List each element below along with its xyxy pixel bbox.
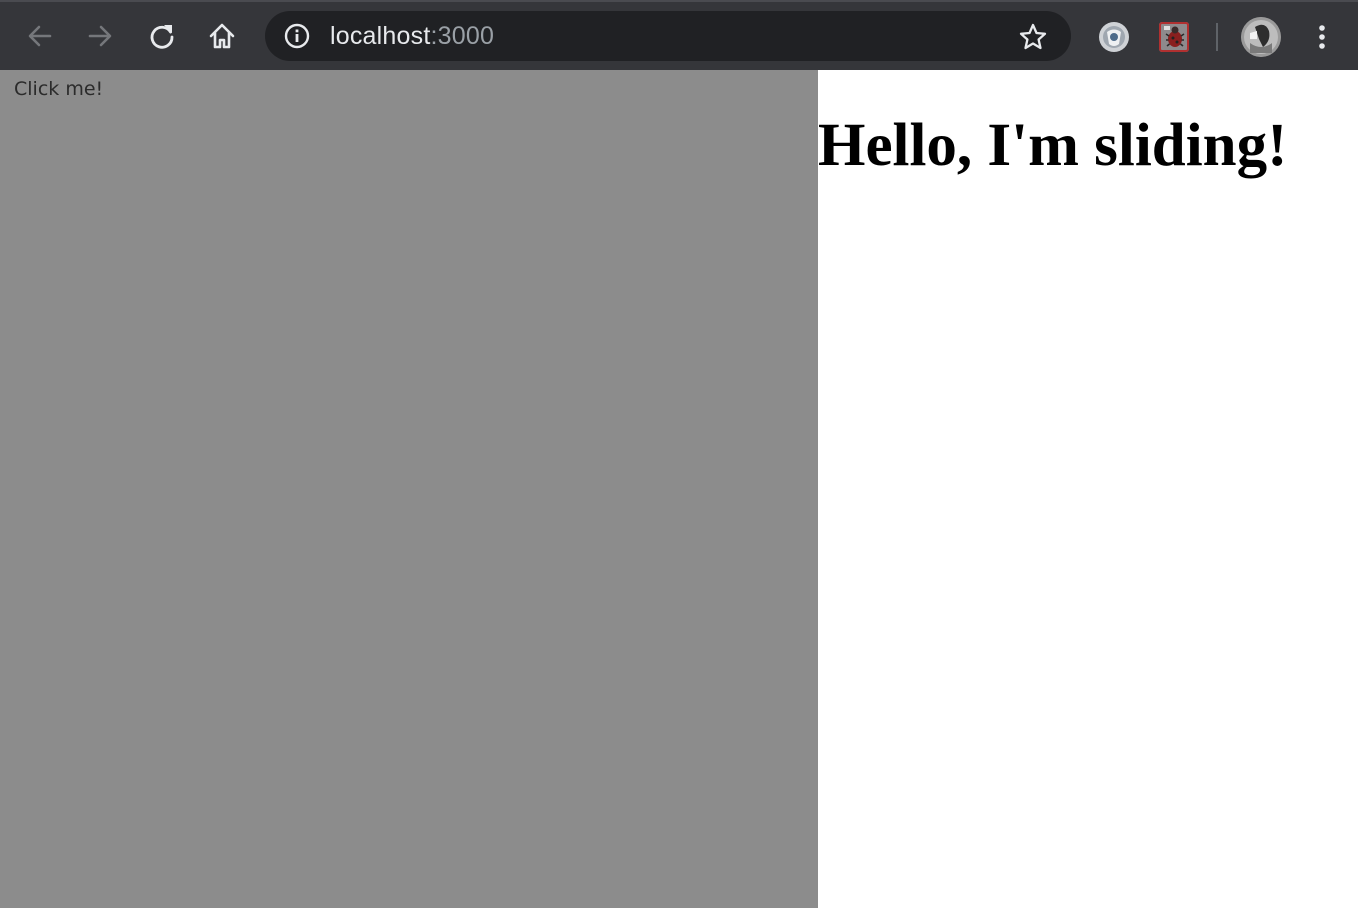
back-button[interactable] [20, 16, 60, 56]
kebab-menu-icon [1319, 25, 1325, 49]
reload-button[interactable] [142, 16, 182, 56]
url-port: :3000 [430, 22, 495, 50]
forward-button[interactable] [80, 16, 120, 56]
browser-toolbar: localhost:3000 [0, 0, 1358, 70]
extension-shield-icon [1099, 22, 1129, 52]
page-viewport: Click me! Hello, I'm sliding! [0, 70, 1358, 908]
toolbar-separator [1216, 23, 1218, 51]
arrow-right-icon [88, 25, 112, 47]
extension-1-button[interactable] [1096, 19, 1132, 55]
arrow-left-icon [28, 25, 52, 47]
bookmark-button[interactable] [1017, 21, 1049, 53]
star-icon [1019, 23, 1047, 50]
sliding-heading: Hello, I'm sliding! [818, 112, 1288, 179]
site-info-button[interactable] [283, 22, 311, 50]
address-bar[interactable]: localhost:3000 [265, 11, 1071, 61]
url-text[interactable]: localhost:3000 [330, 11, 494, 61]
profile-avatar-button[interactable] [1241, 17, 1281, 57]
reload-icon [150, 25, 174, 49]
click-me-button[interactable]: Click me! [14, 78, 103, 100]
extension-2-button[interactable] [1156, 19, 1192, 55]
sliding-panel: Click me! [0, 70, 818, 908]
home-icon [209, 23, 235, 49]
extension-bug-icon [1159, 22, 1189, 52]
browser-menu-button[interactable] [1305, 17, 1339, 57]
avatar-icon [1241, 17, 1281, 57]
url-host: localhost [330, 22, 431, 50]
home-button[interactable] [202, 16, 242, 56]
info-circle-icon [284, 23, 310, 49]
